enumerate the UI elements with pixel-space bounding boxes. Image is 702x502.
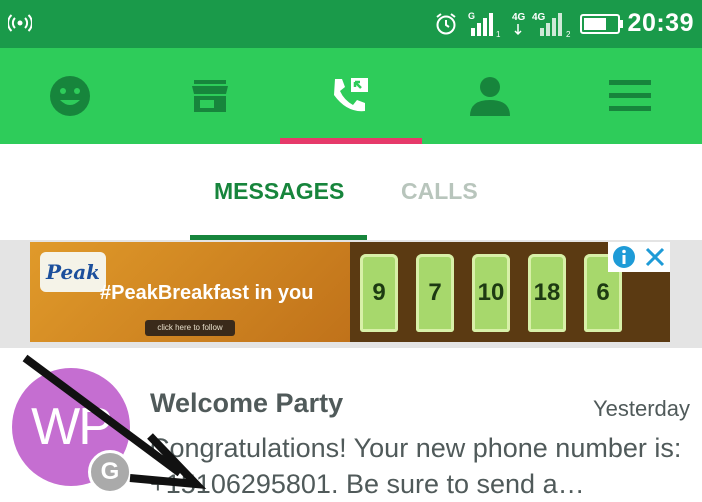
store-icon (192, 80, 228, 112)
network-type-2b: 4G (532, 12, 546, 23)
menu-icon (609, 80, 651, 111)
avatar-badge: G (88, 450, 132, 494)
tab-messages[interactable]: MESSAGES (214, 178, 344, 205)
conversation-item[interactable]: WP G Welcome Party Yesterday Congratulat… (0, 348, 702, 502)
conversation-title: Welcome Party (150, 388, 344, 418)
signal-icon: G 1 (468, 10, 502, 43)
status-bar: G 1 4G 4G 2 20:39 (0, 0, 702, 48)
ad-banner[interactable]: Peak #PeakBreakfast in you click here to… (30, 242, 670, 342)
conversation-time: Yesterday (592, 396, 690, 421)
person-icon (470, 77, 510, 116)
sim-1-label: 1 (496, 30, 501, 38)
conversation-preview: Congratulations! Your new phone number i… (150, 433, 682, 499)
sub-tab-bar: MESSAGES CALLS (0, 148, 702, 240)
network-type-1: G (468, 11, 475, 21)
tab-contacts[interactable] (420, 48, 560, 144)
selected-tab-indicator (280, 138, 422, 144)
tab-menu[interactable] (560, 48, 700, 144)
ad-logo: Peak (40, 252, 106, 292)
network-type-2: 4G (512, 12, 526, 23)
clock-time: 20:39 (627, 9, 694, 37)
phone-message-icon (334, 78, 368, 112)
tab-store[interactable] (140, 48, 280, 144)
radio-waves-icon (7, 13, 33, 38)
info-icon[interactable] (612, 245, 636, 269)
ad-hashtag: #PeakBreakfast in you (100, 282, 314, 304)
sim-2-label: 2 (566, 30, 571, 38)
ad-cta-button[interactable]: click here to follow (145, 320, 235, 336)
ad-jersey: 10 (472, 254, 510, 332)
top-tab-bar (0, 48, 702, 144)
ad-container: Peak #PeakBreakfast in you click here to… (0, 240, 702, 348)
alarm-icon (434, 12, 458, 41)
close-icon[interactable] (644, 246, 666, 268)
tab-calls[interactable]: CALLS (401, 178, 478, 205)
emoji-icon (50, 76, 90, 116)
battery-icon (580, 14, 624, 39)
ad-left-panel: Peak #PeakBreakfast in you click here to… (30, 242, 350, 342)
signal-icon-2: 4G 4G 2 (510, 10, 574, 43)
ad-jersey: 7 (416, 254, 454, 332)
ad-jersey: 18 (528, 254, 566, 332)
tab-emoji[interactable] (0, 48, 140, 144)
ad-jersey: 9 (360, 254, 398, 332)
ad-choices (608, 242, 670, 272)
tab-calls-messages[interactable] (280, 48, 420, 144)
